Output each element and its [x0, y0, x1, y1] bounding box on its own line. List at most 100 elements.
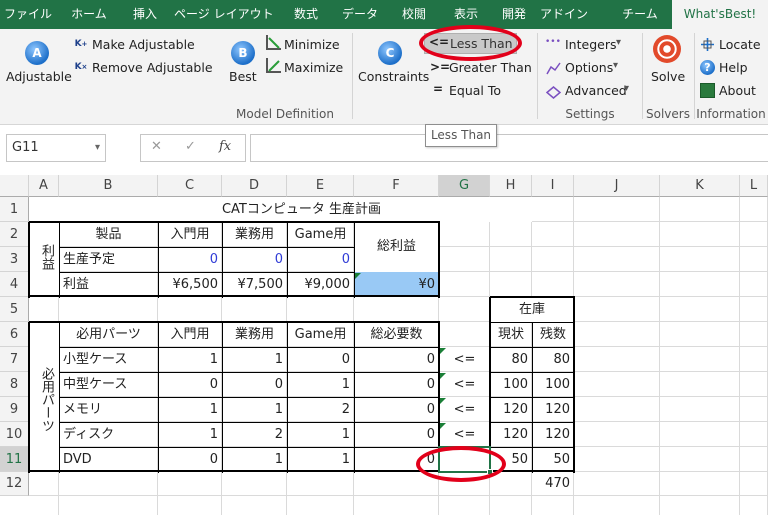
header-remaining[interactable]: 残数	[532, 322, 574, 347]
row-header-7[interactable]: 7	[0, 347, 29, 372]
part-name[interactable]: メモリ	[59, 397, 158, 422]
best-icon[interactable]: B	[231, 41, 255, 65]
part-entry-qty[interactable]: 0	[158, 372, 222, 397]
column-header-a[interactable]: A	[29, 175, 59, 197]
part-remaining[interactable]: 120	[532, 397, 574, 422]
row-header-2[interactable]: 2	[0, 222, 29, 247]
part-name[interactable]: 中型ケース	[59, 372, 158, 397]
part-total-required[interactable]: 0	[354, 372, 439, 397]
inventory-header[interactable]: 在庫	[490, 297, 574, 322]
about-button[interactable]: About	[719, 83, 756, 98]
column-header-k[interactable]: K	[660, 175, 740, 197]
profit-value[interactable]: ¥9,000	[287, 272, 354, 297]
plan-value[interactable]: 0	[158, 247, 222, 272]
part-business-qty[interactable]: 1	[222, 347, 287, 372]
part-current-stock[interactable]: 120	[490, 397, 532, 422]
tab-12[interactable]: What'sBest!	[672, 0, 768, 29]
header-total-profit[interactable]: 総利益	[354, 222, 439, 272]
header-entry[interactable]: 入門用	[158, 322, 222, 347]
part-current-stock[interactable]: 80	[490, 347, 532, 372]
part-name[interactable]: DVD	[59, 447, 158, 472]
part-business-qty[interactable]: 0	[222, 372, 287, 397]
formula-input[interactable]	[250, 134, 768, 162]
spreadsheet-grid[interactable]: A B C D E F G H I J K L 1 2 3 4 5 6 7 8 9 10 11 12 CATコンピュータ 生産計…	[0, 175, 768, 515]
part-remaining[interactable]: 80	[532, 347, 574, 372]
part-entry-qty[interactable]: 1	[158, 397, 222, 422]
part-game-qty[interactable]: 1	[287, 447, 354, 472]
column-header-i[interactable]: I	[532, 175, 574, 197]
row-header-9[interactable]: 9	[0, 397, 29, 422]
header-product[interactable]: 製品	[59, 222, 158, 247]
locate-button[interactable]: Locate	[719, 37, 761, 52]
part-name[interactable]: ディスク	[59, 422, 158, 447]
minimize-button[interactable]: Minimize	[284, 37, 340, 52]
name-box[interactable]: G11 ▾	[6, 134, 106, 162]
part-entry-qty[interactable]: 1	[158, 422, 222, 447]
header-game[interactable]: Game用	[287, 322, 354, 347]
column-header-g[interactable]: G	[439, 175, 490, 197]
solve-icon[interactable]	[653, 35, 681, 63]
constraints-icon[interactable]: C	[378, 41, 402, 65]
header-entry[interactable]: 入門用	[158, 222, 222, 247]
plan-label[interactable]: 生産予定	[59, 247, 158, 272]
part-business-qty[interactable]: 1	[222, 397, 287, 422]
options-button[interactable]: Options	[565, 60, 613, 75]
adjustable-icon[interactable]: A	[25, 41, 49, 65]
tab-5[interactable]: 数式	[288, 0, 324, 29]
profit-label[interactable]: 利益	[59, 272, 158, 297]
chevron-down-icon[interactable]: ▾	[95, 135, 100, 161]
part-game-qty[interactable]: 2	[287, 397, 354, 422]
enter-icon[interactable]: ✓	[185, 139, 196, 154]
maximize-button[interactable]: Maximize	[284, 60, 343, 75]
part-current-stock[interactable]: 120	[490, 422, 532, 447]
column-header-c[interactable]: C	[158, 175, 222, 197]
total-profit-value[interactable]: ¥0	[354, 272, 439, 297]
fx-icon[interactable]: fx	[219, 139, 231, 154]
tab-4[interactable]: ページ レイアウト	[174, 0, 274, 29]
equal-to-button[interactable]: Equal To	[449, 83, 501, 98]
advanced-button[interactable]: Advanced	[565, 83, 627, 98]
column-header-f[interactable]: F	[354, 175, 439, 197]
part-business-qty[interactable]: 1	[222, 447, 287, 472]
tab-9[interactable]: 開発	[492, 0, 536, 29]
part-operator[interactable]: <=	[439, 422, 490, 447]
help-button[interactable]: Help	[719, 60, 748, 75]
row-header-3[interactable]: 3	[0, 247, 29, 272]
adjustable-button[interactable]: Adjustable	[6, 69, 72, 84]
make-adjustable-button[interactable]: Make Adjustable	[92, 37, 195, 52]
row-header-4[interactable]: 4	[0, 272, 29, 297]
part-business-qty[interactable]: 2	[222, 422, 287, 447]
solve-button[interactable]: Solve	[651, 69, 685, 84]
sheet-title[interactable]: CATコンピュータ 生産計画	[29, 197, 574, 222]
part-entry-qty[interactable]: 1	[158, 347, 222, 372]
tab-11[interactable]: チーム	[610, 0, 670, 29]
row-header-11[interactable]: 11	[0, 447, 29, 472]
integers-button[interactable]: Integers	[565, 37, 616, 52]
part-game-qty[interactable]: 1	[287, 372, 354, 397]
part-total-required[interactable]: 0	[354, 347, 439, 372]
row-header-5[interactable]: 5	[0, 297, 29, 322]
row-header-8[interactable]: 8	[0, 372, 29, 397]
tab-6[interactable]: データ	[332, 0, 388, 29]
total-inventory[interactable]: 470	[532, 472, 574, 496]
profit-value[interactable]: ¥7,500	[222, 272, 287, 297]
column-header-l[interactable]: L	[740, 175, 768, 197]
column-header-d[interactable]: D	[222, 175, 287, 197]
plan-value[interactable]: 0	[287, 247, 354, 272]
header-business[interactable]: 業務用	[222, 222, 287, 247]
part-remaining[interactable]: 120	[532, 422, 574, 447]
part-game-qty[interactable]: 0	[287, 347, 354, 372]
row-header-10[interactable]: 10	[0, 422, 29, 447]
row-header-1[interactable]: 1	[0, 197, 29, 222]
column-header-e[interactable]: E	[287, 175, 354, 197]
part-operator[interactable]: <=	[439, 347, 490, 372]
column-header-j[interactable]: J	[574, 175, 660, 197]
greater-than-button[interactable]: Greater Than	[449, 60, 532, 75]
plan-value[interactable]: 0	[222, 247, 287, 272]
tab-1[interactable]: ファイル	[0, 0, 56, 29]
select-all-corner[interactable]	[0, 175, 29, 197]
part-entry-qty[interactable]: 0	[158, 447, 222, 472]
tab-7[interactable]: 校閲	[390, 0, 438, 29]
part-game-qty[interactable]: 1	[287, 422, 354, 447]
header-game[interactable]: Game用	[287, 222, 354, 247]
